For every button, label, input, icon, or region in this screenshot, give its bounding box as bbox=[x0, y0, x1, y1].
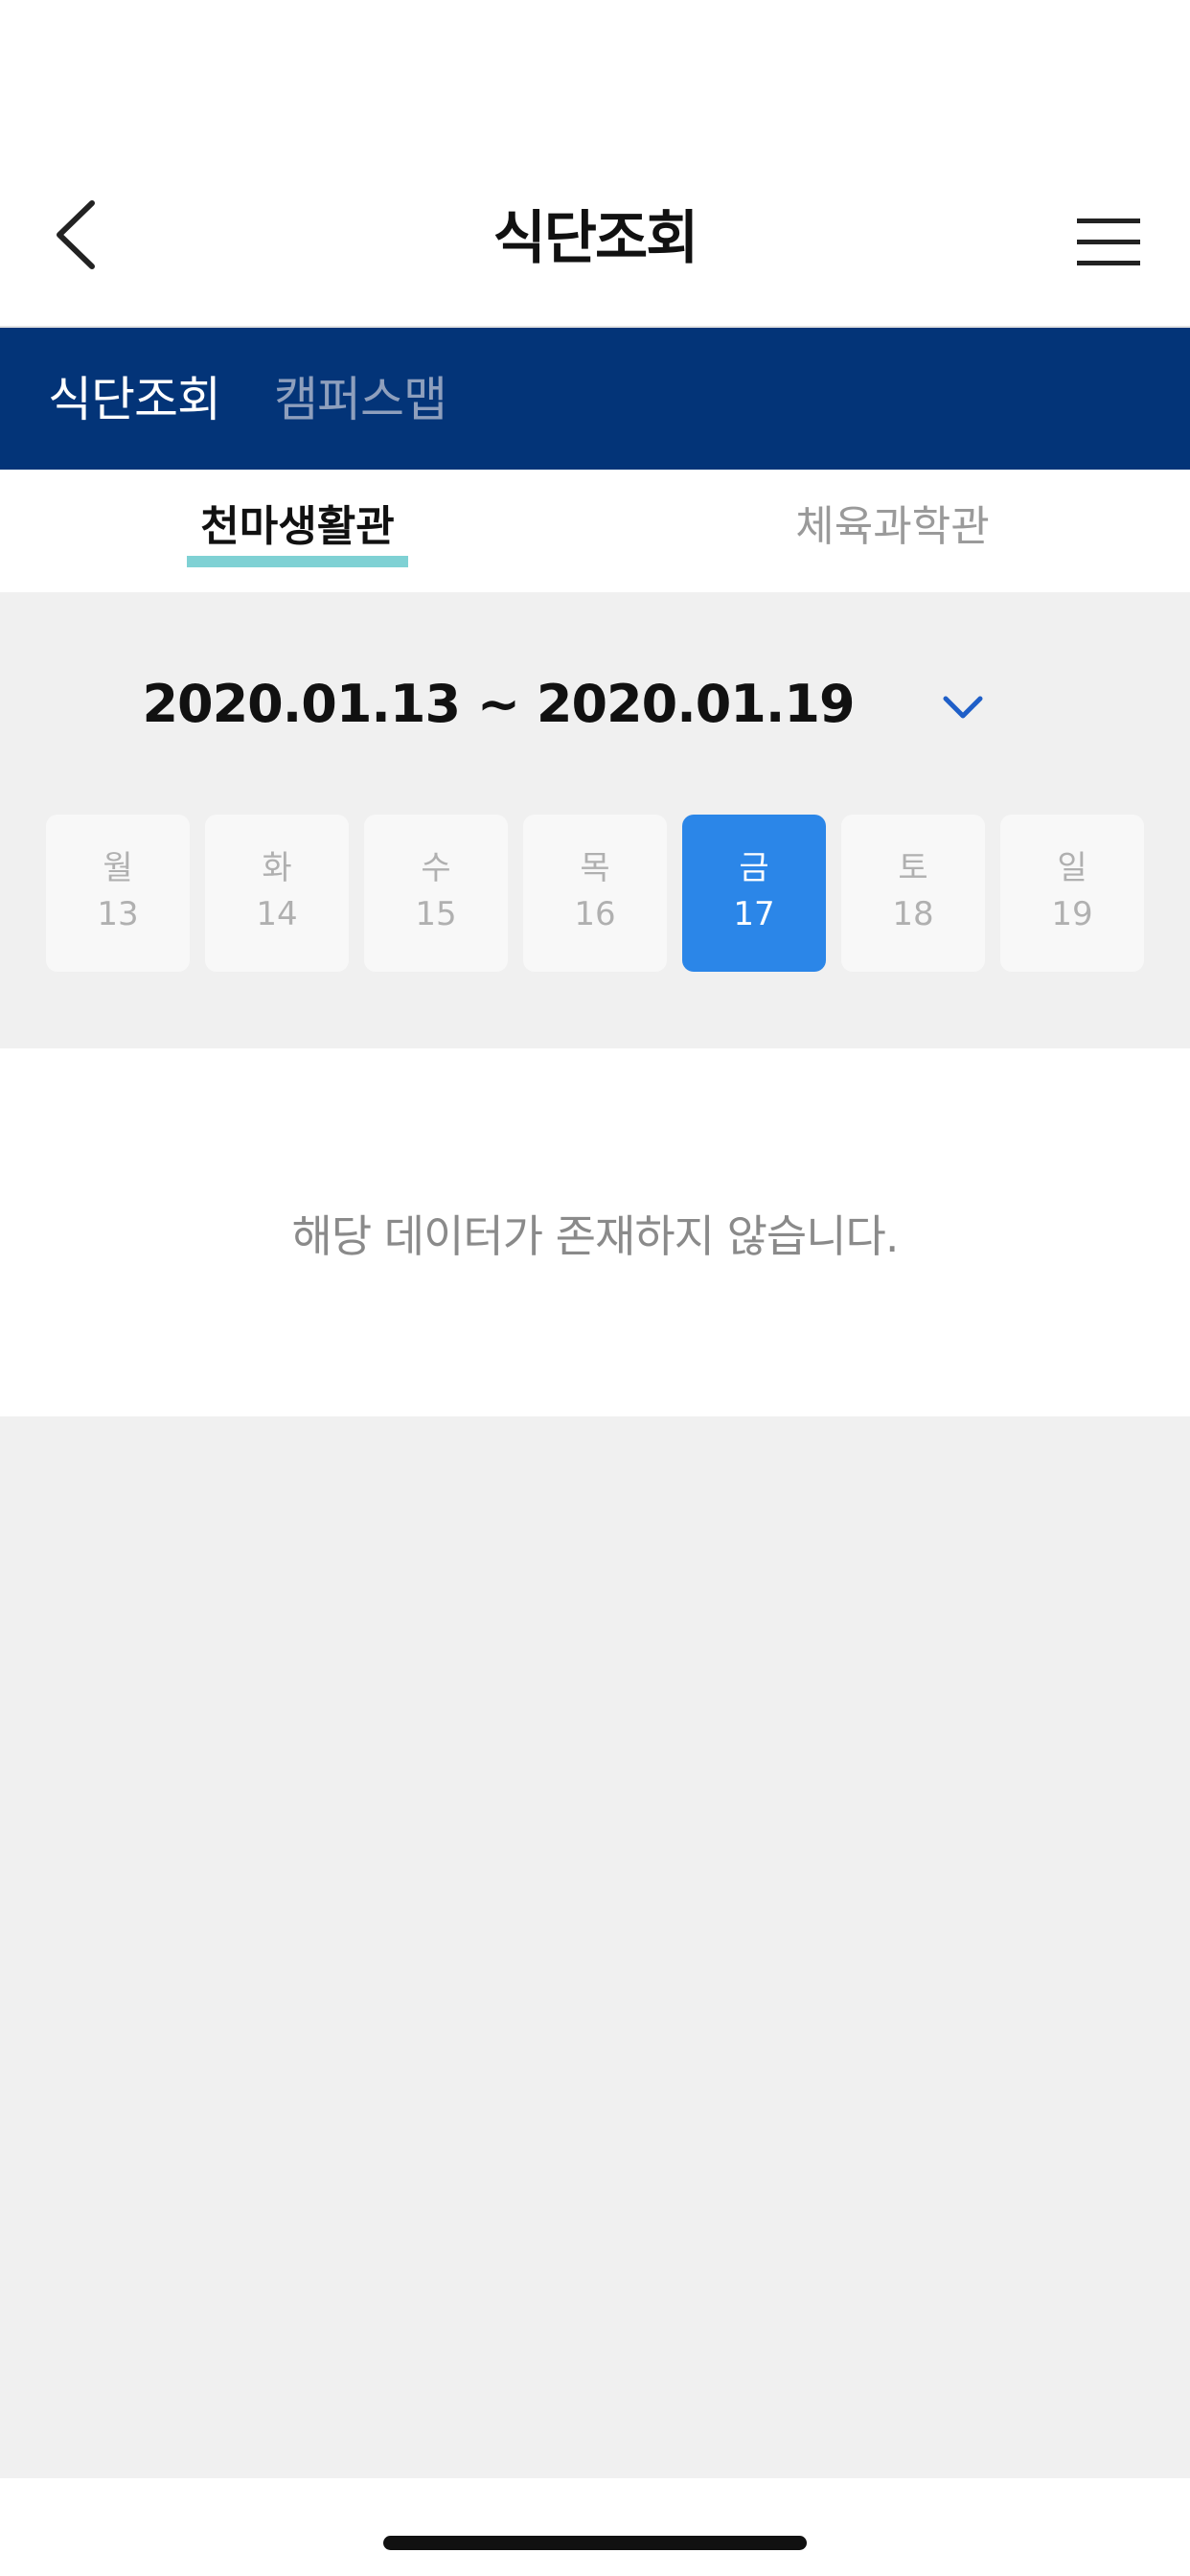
topnav-item-campus-map[interactable]: 캠퍼스맵 bbox=[274, 366, 447, 433]
day-date: 16 bbox=[574, 895, 616, 933]
day-name: 월 bbox=[103, 849, 133, 887]
tab-label: 천마생활관 bbox=[187, 498, 408, 567]
tab-label: 체육과학관 bbox=[795, 502, 990, 551]
day-date: 17 bbox=[733, 895, 775, 933]
day-friday[interactable]: 금 17 bbox=[682, 815, 826, 972]
day-date: 18 bbox=[892, 895, 934, 933]
day-tuesday[interactable]: 화 14 bbox=[205, 815, 349, 972]
home-indicator[interactable] bbox=[383, 2536, 807, 2550]
day-name: 목 bbox=[580, 849, 610, 887]
day-date: 15 bbox=[415, 895, 457, 933]
page-title: 식단조회 bbox=[492, 205, 699, 272]
day-name: 수 bbox=[421, 849, 451, 887]
topnav-item-meal-lookup[interactable]: 식단조회 bbox=[48, 366, 221, 433]
app-header: 식단조회 bbox=[0, 0, 1190, 328]
day-name: 화 bbox=[262, 849, 292, 887]
day-saturday[interactable]: 토 18 bbox=[841, 815, 985, 972]
day-name: 토 bbox=[898, 849, 928, 887]
day-selector: 월 13 화 14 수 15 목 16 금 17 토 18 일 19 bbox=[46, 815, 1144, 972]
empty-state-message: 해당 데이터가 존재하지 않습니다. bbox=[291, 1210, 900, 1262]
chevron-down-icon bbox=[943, 696, 983, 719]
tab-cheonma-dorm[interactable]: 천마생활관 bbox=[0, 498, 595, 567]
menu-button[interactable] bbox=[1069, 201, 1156, 278]
building-tabs: 천마생활관 체육과학관 bbox=[0, 470, 1190, 592]
top-navigation: 식단조회 캠퍼스맵 bbox=[0, 328, 1190, 470]
day-name: 일 bbox=[1057, 849, 1087, 887]
bottom-safe-area bbox=[0, 2478, 1190, 2576]
meal-content: 해당 데이터가 존재하지 않습니다. bbox=[0, 1048, 1190, 1416]
day-date: 14 bbox=[256, 895, 298, 933]
day-date: 19 bbox=[1051, 895, 1093, 933]
day-monday[interactable]: 월 13 bbox=[46, 815, 190, 972]
day-date: 13 bbox=[97, 895, 139, 933]
active-tab-underline bbox=[187, 556, 408, 567]
day-sunday[interactable]: 일 19 bbox=[1000, 815, 1144, 972]
date-range-label: 2020.01.13 ~ 2020.01.19 bbox=[142, 674, 855, 734]
tab-sports-science-hall[interactable]: 체육과학관 bbox=[595, 498, 1190, 556]
day-name: 금 bbox=[739, 849, 769, 887]
date-panel: 2020.01.13 ~ 2020.01.19 월 13 화 14 수 15 목… bbox=[0, 592, 1190, 1048]
day-wednesday[interactable]: 수 15 bbox=[364, 815, 508, 972]
day-thursday[interactable]: 목 16 bbox=[523, 815, 667, 972]
date-range-toggle[interactable] bbox=[934, 683, 992, 731]
hamburger-menu-icon bbox=[1077, 218, 1140, 265]
